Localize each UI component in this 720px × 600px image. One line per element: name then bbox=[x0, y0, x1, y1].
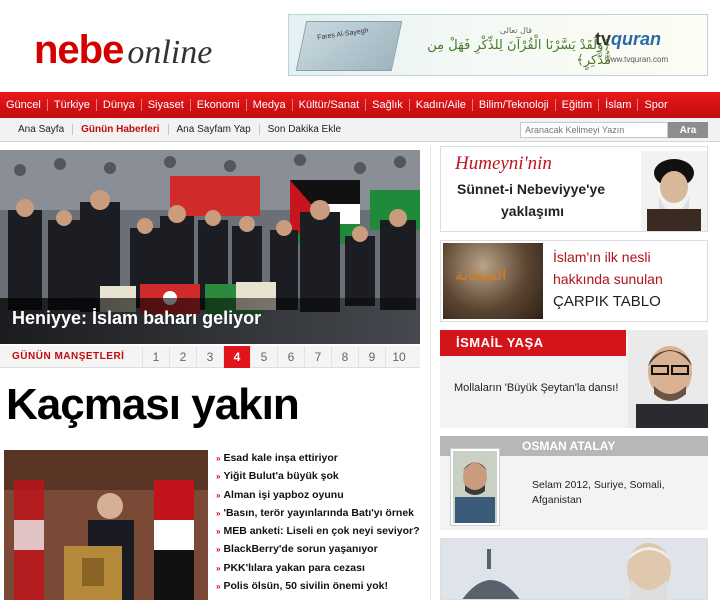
pager-page-1[interactable]: 1 bbox=[142, 345, 169, 368]
news-item[interactable]: » Yiğit Bulut'a büyük şok bbox=[216, 467, 426, 485]
main-navigation: Güncel Türkiye Dünya Siyaset Ekonomi Medya Kül… bbox=[0, 92, 720, 118]
news-item-title: 'Basın, terör yayınlarında Batı'yı örnek bbox=[223, 506, 415, 519]
news-item[interactable]: » Polis ölsün, 50 sivilin önemi yok! bbox=[216, 577, 426, 595]
promo-line-3: ÇARPIK TABLO bbox=[553, 293, 661, 310]
column-title[interactable]: Selam 2012, Suriye, Somali, Afganistan bbox=[532, 478, 702, 508]
hero-caption[interactable]: Heniyye: İslam baharı geliyor bbox=[12, 308, 261, 329]
promo-banner-bottom[interactable] bbox=[440, 538, 708, 600]
nav-item[interactable]: İslam bbox=[599, 92, 637, 118]
headline-pager: GÜNÜN MANŞETLERİ 1 2 3 4 5 6 7 8 9 10 bbox=[0, 345, 420, 368]
tvquran-banner-ad[interactable]: Fares Al-Sayegh قال تعالى ﴿وَلَقَدْ يَسَ… bbox=[288, 14, 708, 76]
main-headline[interactable]: Kaçması yakın bbox=[6, 378, 300, 432]
news-item[interactable]: » Esad kale inşa ettiriyor bbox=[216, 449, 426, 467]
column-divider bbox=[430, 146, 431, 600]
bullet-arrow-icon: » bbox=[216, 545, 221, 555]
nav-item[interactable]: Dünya bbox=[97, 92, 141, 118]
nav-item[interactable]: Kadın/Aile bbox=[410, 92, 472, 118]
bullet-arrow-icon: » bbox=[216, 508, 221, 518]
pager-page-7[interactable]: 7 bbox=[304, 345, 331, 368]
bullet-arrow-icon: » bbox=[216, 582, 221, 592]
nav-item[interactable]: Güncel bbox=[0, 92, 47, 118]
site-header: nebe online Fares Al-Sayegh قال تعالى ﴿و… bbox=[0, 0, 720, 92]
nav-item[interactable]: Eğitim bbox=[556, 92, 599, 118]
banner-arabic-verse: قال تعالى ﴿وَلَقَدْ يَسَّرْنَا الْقُرْآن… bbox=[427, 26, 611, 68]
pager-numbers: 1 2 3 4 5 6 7 8 9 10 bbox=[142, 345, 412, 368]
news-list: » Esad kale inşa ettiriyor» Yiğit Bulut'a … bbox=[216, 449, 426, 595]
bullet-arrow-icon: » bbox=[216, 563, 221, 573]
subnav-item[interactable]: Ana Sayfam Yap bbox=[169, 124, 259, 135]
promo-line-1: Humeyni'nin bbox=[455, 153, 552, 174]
column-title[interactable]: Mollaların 'Büyük Şeytan'la dansı! bbox=[454, 380, 624, 397]
news-item[interactable]: » 'Basın, terör yayınlarında Batı'yı örne… bbox=[216, 504, 426, 522]
columnist-card-osman-atalay[interactable]: OSMAN ATALAY Selam 2012, Suriye, Somali,… bbox=[440, 436, 708, 530]
news-item[interactable]: » BlackBerry'de sorun yaşanıyor bbox=[216, 540, 426, 558]
subnav-item[interactable]: Son Dakika Ekle bbox=[260, 124, 349, 135]
search-input[interactable] bbox=[520, 122, 668, 138]
pager-label: GÜNÜN MANŞETLERİ bbox=[12, 351, 125, 362]
bullet-arrow-icon: » bbox=[216, 454, 221, 463]
news-item[interactable]: » Alman işi yapboz oyunu bbox=[216, 486, 426, 504]
news-item-title: Polis ölsün, 50 sivilin önemi yok! bbox=[223, 580, 388, 593]
news-item-title: BlackBerry'de sorun yaşanıyor bbox=[223, 543, 378, 556]
bullet-arrow-icon: » bbox=[216, 490, 221, 500]
news-item[interactable]: » PKK'lılara yakan para cezası bbox=[216, 559, 426, 577]
pager-page-3[interactable]: 3 bbox=[196, 345, 223, 368]
promo-line-1: İslam'ın ilk nesli bbox=[553, 249, 651, 265]
quran-cd-image bbox=[295, 21, 403, 71]
promo-line-2: hakkında sunulan bbox=[553, 271, 663, 287]
bullet-arrow-icon: » bbox=[216, 527, 221, 537]
columnist-name: İSMAİL YAŞA bbox=[456, 335, 544, 350]
nav-item[interactable]: Bilim/Teknoloji bbox=[473, 92, 555, 118]
columnist-card-ismail-yasa[interactable]: İSMAİL YAŞA Mollaların 'Büyük Şeytan'la … bbox=[440, 330, 708, 428]
columnist-photo bbox=[450, 448, 500, 526]
banner-url: www.tvquran.com bbox=[605, 55, 669, 64]
news-item-title: Yiğit Bulut'a büyük şok bbox=[223, 470, 339, 483]
pager-page-10[interactable]: 10 bbox=[385, 345, 412, 368]
nav-item[interactable]: Kültür/Sanat bbox=[293, 92, 366, 118]
sahabe-promo[interactable]: الصحابة İslam'ın ilk nesli hakkında sunu… bbox=[440, 240, 708, 322]
promo-line-2: Sünnet-i Nebeviyye'ye bbox=[457, 181, 606, 197]
search-button[interactable]: Ara bbox=[668, 122, 708, 138]
nav-item[interactable]: Medya bbox=[247, 92, 292, 118]
pager-page-5[interactable]: 5 bbox=[250, 345, 277, 368]
nav-item[interactable]: Siyaset bbox=[142, 92, 190, 118]
logo-main: nebe bbox=[34, 28, 124, 72]
pager-page-9[interactable]: 9 bbox=[358, 345, 385, 368]
search-box: Ara bbox=[520, 122, 708, 138]
sub-navigation: Ana Sayfa Günün Haberleri Ana Sayfam Yap So… bbox=[0, 118, 720, 142]
subnav-items: Ana Sayfa Günün Haberleri Ana Sayfam Yap So… bbox=[0, 124, 349, 135]
hero-slider[interactable]: Heniyye: İslam baharı geliyor bbox=[0, 150, 420, 344]
portrait-image bbox=[641, 151, 707, 231]
news-item-title: MEB anketi: Liseli en çok neyi seviyor? bbox=[223, 525, 420, 538]
logo-suffix: online bbox=[127, 34, 213, 71]
pager-page-4[interactable]: 4 bbox=[223, 345, 250, 368]
news-item-title: Esad kale inşa ettiriyor bbox=[223, 452, 338, 464]
nav-item[interactable]: Ekonomi bbox=[191, 92, 246, 118]
news-item-title: Alman işi yapboz oyunu bbox=[223, 488, 344, 501]
nav-item[interactable]: Spor bbox=[638, 92, 673, 118]
nav-item[interactable]: Türkiye bbox=[48, 92, 96, 118]
hero-caption-bar: Heniyye: İslam baharı geliyor bbox=[0, 298, 420, 344]
tvquran-brand: tvquran bbox=[595, 29, 662, 49]
pager-page-2[interactable]: 2 bbox=[169, 345, 196, 368]
promo-arabic: الصحابة bbox=[455, 265, 507, 284]
nav-item[interactable]: Sağlık bbox=[366, 92, 409, 118]
pager-page-8[interactable]: 8 bbox=[331, 345, 358, 368]
promo-line-3: yaklaşımı bbox=[501, 203, 565, 219]
site-logo[interactable]: nebe online bbox=[34, 30, 212, 74]
pager-page-6[interactable]: 6 bbox=[277, 345, 304, 368]
bullet-arrow-icon: » bbox=[216, 472, 221, 482]
news-item-title: PKK'lılara yakan para cezası bbox=[223, 561, 365, 574]
subnav-item[interactable]: Günün Haberleri bbox=[73, 124, 167, 135]
columnist-name: OSMAN ATALAY bbox=[522, 439, 616, 453]
columnist-photo bbox=[628, 330, 708, 428]
humeyni-promo[interactable]: Humeyni'nin Sünnet-i Nebeviyye'ye yaklaş… bbox=[440, 146, 708, 232]
subnav-item[interactable]: Ana Sayfa bbox=[10, 124, 72, 135]
headline-photo[interactable] bbox=[4, 450, 208, 600]
news-item[interactable]: » MEB anketi: Liseli en çok neyi seviyor? bbox=[216, 522, 426, 540]
